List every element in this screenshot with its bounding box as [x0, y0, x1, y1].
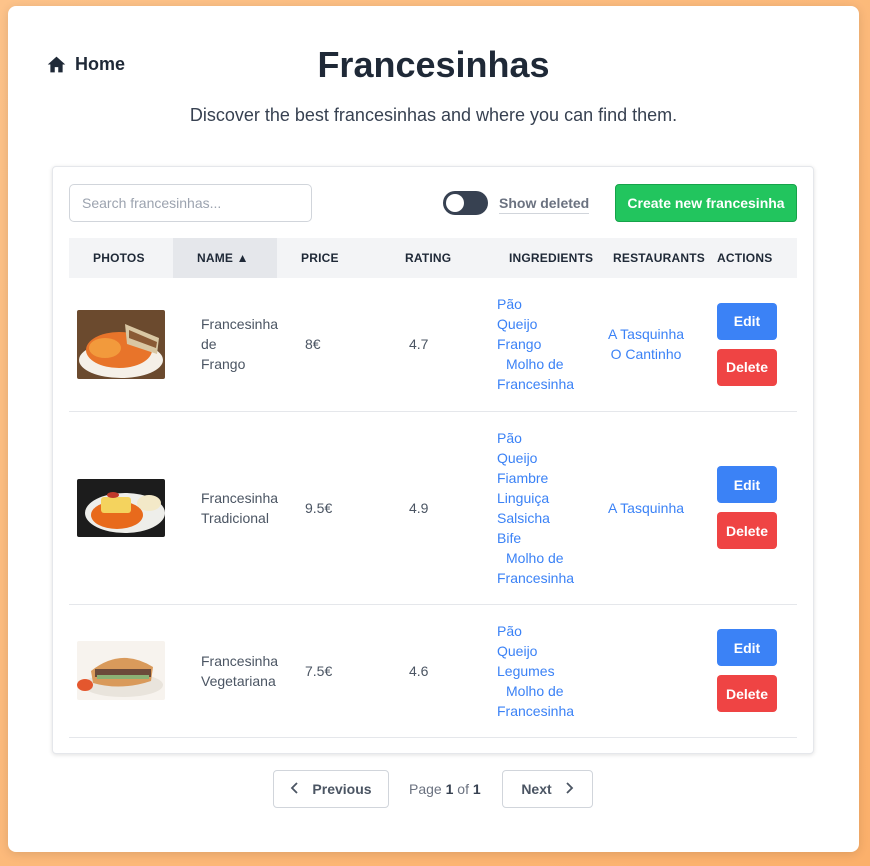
restaurant-link[interactable]: A Tasquinha: [605, 324, 687, 344]
ingredient-link[interactable]: Molho de Francesinha: [497, 354, 589, 394]
ingredient-link[interactable]: Molho de Francesinha: [497, 681, 589, 721]
total-pages: 1: [472, 781, 481, 797]
ingredient-link[interactable]: Salsicha: [497, 508, 589, 528]
ingredient-link[interactable]: Queijo: [497, 448, 589, 468]
column-header-rating[interactable]: RATING: [381, 238, 485, 278]
delete-button[interactable]: Delete: [717, 348, 777, 386]
ingredient-link[interactable]: Bife: [497, 528, 589, 548]
name-cell: Francesinha de Frango: [173, 278, 279, 412]
francesinha-photo: [77, 309, 165, 379]
name-line: de: [201, 336, 217, 353]
ingredient-link[interactable]: Frango: [497, 334, 589, 354]
ingredient-link[interactable]: Molho de Francesinha: [497, 548, 589, 588]
restaurants-cell: A Tasquinha O Cantinho: [589, 278, 693, 412]
ingredient-link[interactable]: Queijo: [497, 314, 589, 334]
previous-page-button[interactable]: Previous: [273, 770, 389, 808]
table-row: Francesinha de Frango 8€ 4.7 Pão Queijo …: [69, 278, 797, 412]
table-row: Francesinha Tradicional 9.5€ 4.9 Pão Que…: [69, 411, 797, 605]
price-cell: 9.5€: [277, 411, 381, 605]
column-header-actions: ACTIONS: [693, 238, 797, 278]
photo-cell: [69, 411, 173, 605]
francesinha-photo: [77, 641, 165, 700]
main-card: Home Francesinhas Discover the best fran…: [8, 6, 859, 852]
delete-button[interactable]: Delete: [717, 675, 777, 712]
toggle-knob: [446, 194, 464, 212]
photo-cell: [69, 604, 173, 738]
rating-cell: 4.7: [381, 278, 485, 412]
name-cell: Francesinha Vegetariana: [173, 604, 279, 738]
column-header-ingredients: INGREDIENTS: [485, 238, 593, 278]
restaurants-cell: A Tasquinha: [589, 411, 693, 605]
rating-cell: 4.9: [381, 411, 485, 605]
restaurant-link[interactable]: A Tasquinha: [605, 498, 687, 518]
actions-cell: Edit Delete: [693, 278, 797, 412]
ingredient-link[interactable]: Legumes: [497, 661, 589, 681]
name-line: Frango: [201, 356, 246, 373]
table-header-row: PHOTOS NAME ▲ PRICE RATING INGREDIENTS R…: [69, 238, 797, 278]
ingredient-link[interactable]: Pão: [497, 428, 589, 448]
name-line: Tradicional: [201, 509, 269, 526]
show-deleted-label: Show deleted: [499, 195, 590, 214]
column-header-restaurants: RESTAURANTS: [589, 238, 705, 278]
page-word: Page: [409, 781, 442, 797]
name-line: Francesinha: [201, 316, 279, 333]
chevron-left-icon: [290, 781, 300, 797]
price-cell: 7.5€: [277, 604, 381, 738]
ingredient-link[interactable]: Fiambre: [497, 468, 589, 488]
francesinhas-table: PHOTOS NAME ▲ PRICE RATING INGREDIENTS R…: [69, 238, 797, 738]
delete-button[interactable]: Delete: [717, 512, 777, 549]
next-label: Next: [521, 781, 552, 797]
ingredients-cell: Pão Queijo Legumes Molho de Francesinha: [485, 604, 589, 738]
of-word: of: [457, 781, 469, 797]
francesinhas-panel: Show deleted Create new francesinha PHOT…: [52, 166, 814, 754]
name-line: Francesinha: [201, 652, 279, 669]
restaurant-link[interactable]: O Cantinho: [605, 344, 687, 364]
search-input[interactable]: [69, 184, 312, 222]
photo-cell: [69, 278, 173, 412]
rating-cell: 4.6: [381, 604, 485, 738]
show-deleted-toggle[interactable]: [443, 191, 488, 215]
column-header-photos: PHOTOS: [69, 238, 173, 278]
actions-cell: Edit Delete: [693, 411, 797, 605]
page-subtitle: Discover the best francesinhas and where…: [189, 105, 678, 125]
ingredient-link[interactable]: Pão: [497, 621, 589, 641]
name-line: Francesinha: [201, 489, 279, 506]
edit-button[interactable]: Edit: [717, 302, 777, 340]
francesinha-photo: [77, 478, 165, 537]
create-francesinha-button[interactable]: Create new francesinha: [615, 184, 797, 222]
ingredients-cell: Pão Queijo Fiambre Linguiça Salsicha Bif…: [485, 411, 589, 605]
actions-cell: Edit Delete: [693, 604, 797, 738]
name-cell: Francesinha Tradicional: [173, 411, 279, 605]
previous-label: Previous: [312, 781, 372, 797]
next-page-button[interactable]: Next: [502, 770, 593, 808]
table-row: Francesinha Vegetariana 7.5€ 4.6 Pão Que…: [69, 604, 797, 738]
ingredient-link[interactable]: Queijo: [497, 641, 589, 661]
page-indicator: Page 1 of 1: [409, 781, 481, 797]
column-header-name[interactable]: NAME ▲: [173, 238, 277, 278]
current-page: 1: [445, 781, 454, 797]
ingredients-cell: Pão Queijo Frango Molho de Francesinha: [485, 278, 589, 412]
edit-button[interactable]: Edit: [717, 629, 777, 666]
name-line: Vegetariana: [201, 672, 276, 689]
ingredient-link[interactable]: Linguiça: [497, 488, 589, 508]
page-title: Francesinhas: [317, 44, 550, 85]
column-header-price[interactable]: PRICE: [277, 238, 381, 278]
chevron-right-icon: [564, 781, 574, 797]
ingredient-link[interactable]: Pão: [497, 294, 589, 314]
restaurants-cell: [589, 604, 693, 738]
price-cell: 8€: [277, 278, 381, 412]
edit-button[interactable]: Edit: [717, 466, 777, 503]
